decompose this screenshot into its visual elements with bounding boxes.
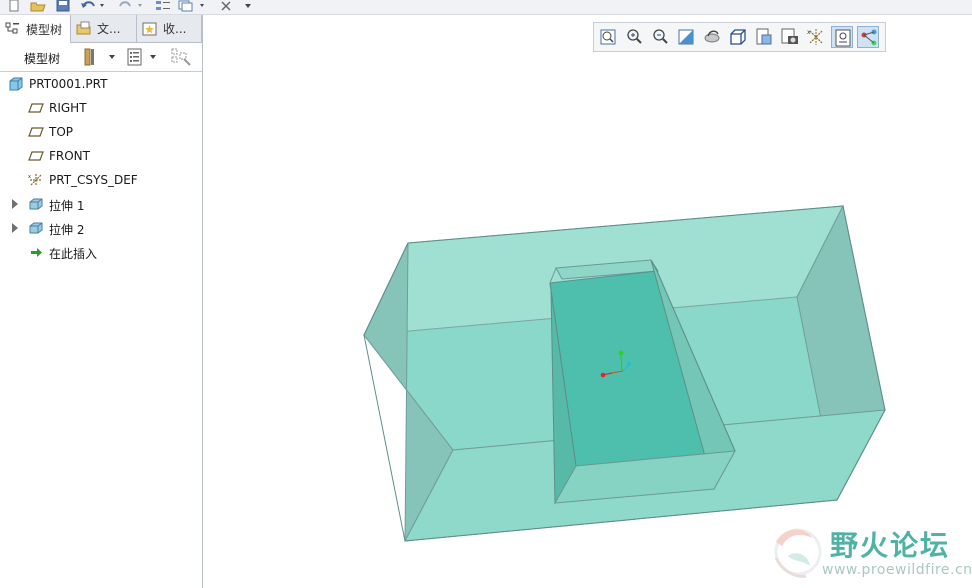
show-button[interactable] xyxy=(126,47,162,67)
extrude-icon xyxy=(28,220,44,236)
close-window-icon[interactable] xyxy=(220,0,232,12)
tab-model-tree[interactable]: 模型树 xyxy=(0,15,71,43)
spin-center-toggle-icon xyxy=(861,29,877,46)
datum-plane-icon xyxy=(28,124,44,140)
tab-favorites-label: 收... xyxy=(163,22,187,36)
navigator-panel: 模型树 文... 收... 模型树 PRT0001.PRT RIGHT TOP … xyxy=(0,15,203,588)
datum-display-button[interactable]: x xyxy=(805,26,827,48)
open-folder-icon[interactable] xyxy=(30,0,46,12)
repaint-icon xyxy=(678,29,694,45)
tree-item-label: TOP xyxy=(49,125,74,139)
watermark-title: 野火论坛 xyxy=(830,529,951,562)
refit-icon xyxy=(600,29,616,45)
tree-item-front[interactable]: FRONT xyxy=(0,145,202,167)
tree-item-label: 拉伸 1 xyxy=(49,199,85,213)
view-toolbar: x xyxy=(593,22,886,52)
windows-icon[interactable] xyxy=(178,0,208,12)
tree-item-extrude-2[interactable]: 拉伸 2 xyxy=(0,217,202,239)
expand-arrow-icon[interactable] xyxy=(12,199,18,209)
saved-orientations-icon xyxy=(756,28,772,45)
filter-icon xyxy=(171,48,191,66)
tab-favorites[interactable]: 收... xyxy=(137,15,202,42)
zoom-in-icon xyxy=(627,29,642,44)
tree-item-extrude-1[interactable]: 拉伸 1 xyxy=(0,193,202,215)
folder-browser-icon xyxy=(75,20,93,38)
show-list-icon xyxy=(127,48,156,66)
tree-item-part[interactable]: PRT0001.PRT xyxy=(0,73,202,95)
zoom-in-button[interactable] xyxy=(623,26,645,48)
tree-item-label: FRONT xyxy=(49,149,90,163)
expand-arrow-icon[interactable] xyxy=(12,223,18,233)
tree-item-label: RIGHT xyxy=(49,101,87,115)
tree-item-label: PRT_CSYS_DEF xyxy=(49,173,138,187)
new-file-icon[interactable] xyxy=(8,0,20,12)
quick-access-toolbar xyxy=(0,0,972,15)
svg-text:x: x xyxy=(807,29,811,36)
datum-plane-icon xyxy=(28,148,44,164)
tree-item-right[interactable]: RIGHT xyxy=(0,97,202,119)
tree-item-label: 在此插入 xyxy=(49,247,98,261)
saved-orientations-button[interactable] xyxy=(753,26,775,48)
tools-icon xyxy=(84,48,115,66)
insert-arrow-icon xyxy=(28,244,44,260)
favorites-icon xyxy=(141,20,159,38)
zoom-out-button[interactable] xyxy=(649,26,671,48)
undo-icon[interactable] xyxy=(80,0,108,12)
datum-plane-icon xyxy=(28,100,44,116)
spin-center-icon xyxy=(704,30,720,43)
tab-folder-browser[interactable]: 文... xyxy=(71,15,137,42)
redo-icon[interactable] xyxy=(118,0,146,12)
model-tree-icon xyxy=(4,20,22,38)
regenerate-icon[interactable] xyxy=(155,0,171,12)
save-icon[interactable] xyxy=(56,0,70,12)
display-style-button[interactable] xyxy=(727,26,749,48)
navigator-tabs: 模型树 文... 收... xyxy=(0,15,202,43)
spin-center-toggle-button[interactable] xyxy=(857,26,879,48)
extrude-icon xyxy=(28,196,44,212)
datum-display-icon: x xyxy=(807,29,823,45)
graphics-window[interactable] xyxy=(203,15,972,588)
model-tree-title: 模型树 xyxy=(24,52,61,66)
csys-icon: x xyxy=(28,172,44,188)
tab-model-tree-label: 模型树 xyxy=(26,22,63,37)
spin-center-button[interactable] xyxy=(701,26,723,48)
model-tree-toolbar: 模型树 xyxy=(0,43,202,72)
tree-item-label: PRT0001.PRT xyxy=(29,77,108,91)
display-style-icon xyxy=(730,29,746,45)
view-manager-button[interactable] xyxy=(779,26,801,48)
svg-text:x: x xyxy=(28,174,31,180)
watermark-url: www.proewildfire.cn xyxy=(822,562,972,578)
view-manager-icon xyxy=(781,28,798,44)
tools-button[interactable] xyxy=(82,47,120,67)
part-icon xyxy=(8,76,24,92)
zoom-out-icon xyxy=(653,29,668,44)
refit-button[interactable] xyxy=(597,26,619,48)
annotation-display-icon xyxy=(835,29,851,47)
tree-item-csys[interactable]: x PRT_CSYS_DEF xyxy=(0,169,202,191)
model-viewport[interactable] xyxy=(203,15,972,588)
customize-dropdown-icon[interactable] xyxy=(244,0,254,12)
tree-item-insert-here[interactable]: 在此插入 xyxy=(0,241,202,263)
annotation-display-button[interactable] xyxy=(831,26,853,48)
tree-item-label: 拉伸 2 xyxy=(49,223,85,237)
filter-button[interactable] xyxy=(170,47,194,67)
repaint-button[interactable] xyxy=(675,26,697,48)
tab-folder-browser-label: 文... xyxy=(97,22,121,36)
part-model[interactable] xyxy=(363,204,886,542)
tree-item-top[interactable]: TOP xyxy=(0,121,202,143)
